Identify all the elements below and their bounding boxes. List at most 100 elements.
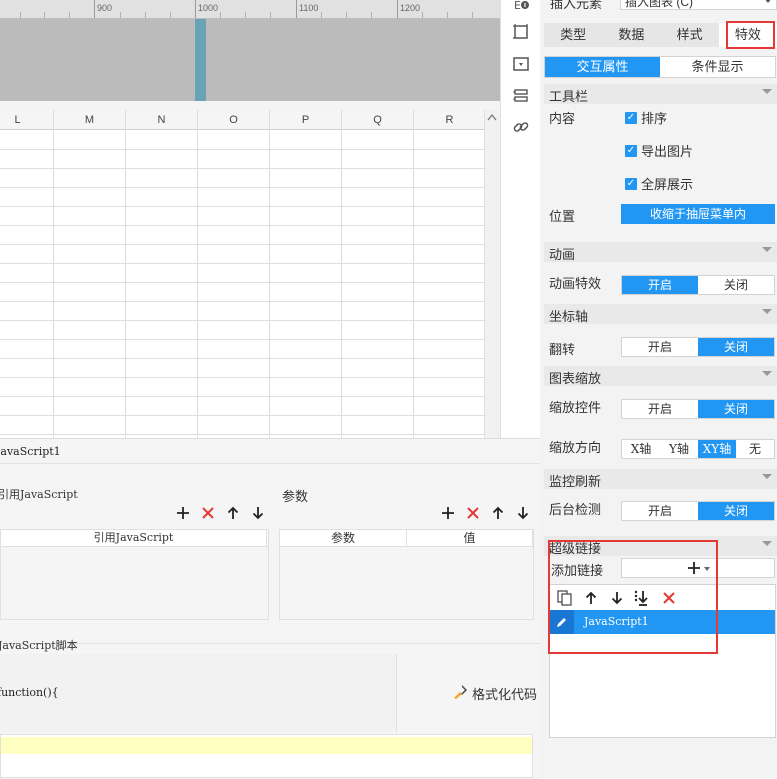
ref-js-section-title: 引用JavaScript [0, 488, 78, 501]
info-icon[interactable]: E [509, 0, 533, 16]
column-header-p[interactable]: P [270, 110, 342, 130]
toolbar-position-select[interactable]: 收缩于抽屉菜单内 [621, 204, 775, 224]
zoom-direction-y-button[interactable]: Y轴 [660, 440, 698, 458]
checkbox-export-image[interactable]: ✓ 导出图片 [625, 141, 693, 160]
format-code-label: 格式化代码 [472, 686, 538, 702]
grid-row-line [0, 168, 484, 169]
canvas-divider [0, 101, 500, 110]
scroll-up-arrow-icon[interactable] [484, 110, 500, 128]
chevron-down-icon [762, 247, 772, 252]
zoom-direction-x-button[interactable]: X轴 [622, 440, 660, 458]
column-header-n[interactable]: N [126, 110, 198, 130]
code-preview-area[interactable] [0, 654, 397, 732]
design-canvas[interactable] [0, 19, 500, 101]
grid-column-line [197, 130, 198, 438]
ruler-tick-1000: 1000 [198, 3, 219, 13]
grid-row-line [0, 225, 484, 226]
grid-row-line [0, 320, 484, 321]
tab-data[interactable]: 数据 [602, 23, 660, 47]
zoom-direction-none-button[interactable]: 无 [736, 440, 774, 458]
toolbar-content-label: 内容 [549, 111, 576, 126]
grid-row-line [0, 282, 484, 283]
ref-delete-icon[interactable] [200, 505, 216, 525]
animation-effect-label: 动画特效 [549, 276, 602, 291]
script-divider [0, 643, 540, 644]
refresh-section-title: 监控刷新 [549, 474, 602, 489]
detection-on-button[interactable]: 开启 [622, 502, 698, 520]
refresh-section-header[interactable]: 监控刷新 [544, 469, 777, 489]
axis-flip-on-button[interactable]: 开启 [622, 338, 698, 356]
checkbox-export-image-label: 导出图片 [641, 144, 694, 159]
hyperlink-highlight [548, 540, 718, 654]
axis-section-header[interactable]: 坐标轴 [544, 304, 777, 324]
param-delete-icon[interactable] [465, 505, 481, 525]
ref-add-icon[interactable] [175, 505, 191, 525]
param-move-down-icon[interactable] [515, 505, 531, 525]
grid-row-line [0, 244, 484, 245]
chevron-down-icon [762, 371, 772, 376]
detection-off-button[interactable]: 关闭 [698, 502, 774, 520]
axis-flip-label: 翻转 [549, 342, 576, 357]
grid-row-line [0, 263, 484, 264]
javascript-tab-title: JavaScript1 [0, 445, 61, 458]
param-add-icon[interactable] [440, 505, 456, 525]
checkbox-sort-label: 排序 [641, 111, 668, 126]
subtab-interaction[interactable]: 交互属性 [545, 57, 660, 77]
effects-subtabs: 交互属性 条件显示 [544, 56, 776, 78]
animation-toggle: 开启 关闭 [621, 275, 775, 295]
insert-element-select-value: 插入图表 (C) [625, 0, 693, 9]
chevron-down-icon [762, 89, 772, 94]
subtab-condition-display[interactable]: 条件显示 [660, 57, 775, 77]
dropdown-widget-icon[interactable] [509, 52, 533, 76]
column-header-o[interactable]: O [198, 110, 270, 130]
ref-js-table-body[interactable] [0, 547, 269, 620]
zoom-control-label: 缩放控件 [549, 400, 602, 415]
animation-section-header[interactable]: 动画 [544, 242, 777, 262]
checkmark-icon: ✓ [625, 144, 637, 157]
code-editor[interactable] [0, 734, 533, 778]
column-header-m[interactable]: M [54, 110, 126, 130]
zoom-control-on-button[interactable]: 开启 [622, 400, 698, 418]
animation-on-button[interactable]: 开启 [622, 276, 698, 294]
grid-column-line [53, 130, 54, 438]
animation-off-button[interactable]: 关闭 [698, 276, 774, 294]
toolbar-section-header[interactable]: 工具栏 [544, 84, 777, 104]
checkbox-fullscreen[interactable]: ✓ 全屏展示 [625, 174, 693, 193]
column-header-r[interactable]: R [414, 110, 484, 130]
link-icon[interactable] [509, 115, 533, 139]
toolbar-position-label: 位置 [549, 209, 576, 224]
checkbox-sort[interactable]: ✓ 排序 [625, 108, 667, 127]
grid-row-line [0, 206, 484, 207]
spreadsheet-grid[interactable]: LMNOPQR [0, 110, 484, 438]
zoom-section-header[interactable]: 图表缩放 [544, 366, 777, 386]
tab-style[interactable]: 样式 [661, 23, 719, 47]
grid-row-line [0, 187, 484, 188]
tab-effects-highlight [726, 21, 775, 49]
insert-element-select[interactable]: 插入图表 (C) [620, 0, 777, 10]
column-header-l[interactable]: L [0, 110, 54, 130]
ref-move-down-icon[interactable] [250, 505, 266, 525]
params-table-body[interactable] [279, 547, 534, 620]
zoom-control-off-button[interactable]: 关闭 [698, 400, 774, 418]
zoom-direction-xy-button[interactable]: XY轴 [698, 440, 736, 458]
format-code-button[interactable]: 格式化代码 [452, 684, 537, 702]
grid-column-line [341, 130, 342, 438]
layout-icon[interactable] [509, 84, 533, 108]
zoom-control-toggle: 开启 关闭 [621, 399, 775, 419]
axis-section-title: 坐标轴 [549, 309, 589, 324]
grid-row-line [0, 301, 484, 302]
tab-type[interactable]: 类型 [544, 23, 602, 47]
grid-row-line [0, 358, 484, 359]
grid-row-line [0, 415, 484, 416]
brush-icon [452, 684, 468, 703]
param-move-up-icon[interactable] [490, 505, 506, 525]
horizontal-ruler: 900 1000 1100 1200 [0, 0, 500, 19]
grid-column-line [269, 130, 270, 438]
params-section-title: 参数 [282, 489, 309, 504]
axis-flip-off-button[interactable]: 关闭 [698, 338, 774, 356]
chevron-down-icon [762, 541, 772, 546]
column-header-q[interactable]: Q [342, 110, 414, 130]
ref-move-up-icon[interactable] [225, 505, 241, 525]
grid-vertical-scrollbar[interactable] [484, 110, 501, 438]
frame-icon[interactable] [509, 20, 533, 44]
